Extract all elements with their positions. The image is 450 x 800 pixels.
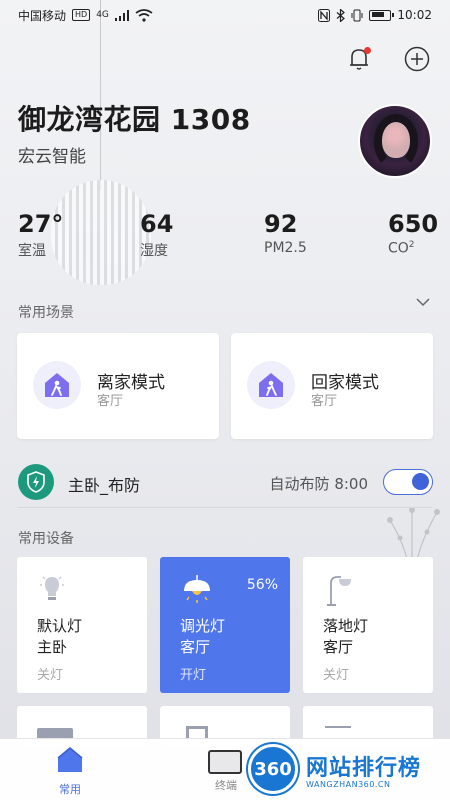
floor-lamp-icon xyxy=(327,576,351,606)
tab-label: 常用 xyxy=(59,783,81,796)
stat-label-text: CO xyxy=(388,240,409,257)
stat-value: 64 xyxy=(140,210,174,238)
bulb-icon xyxy=(40,576,64,600)
scene-card-home[interactable]: 回家模式 客厅 xyxy=(231,333,433,439)
device-state: 关灯 xyxy=(37,668,64,683)
device-card-dimmer-light[interactable]: 56% 调光灯 客厅 开灯 xyxy=(160,557,290,693)
shield-wrap xyxy=(18,464,54,500)
house-person-leave-icon xyxy=(45,373,69,397)
scenes-section-title: 常用场景 xyxy=(18,305,74,321)
vibrate-icon xyxy=(351,9,363,21)
stat-pm25: 92 PM2.5 xyxy=(264,210,307,256)
stat-value: 650 xyxy=(388,210,439,238)
scene-icon-wrap xyxy=(247,361,295,409)
environment-stats: 27° 室温 64 湿度 92 PM2.5 650 CO2 xyxy=(0,210,450,260)
wifi-icon xyxy=(135,8,153,22)
notification-badge xyxy=(364,47,371,54)
battery-icon xyxy=(369,9,395,21)
device-room: 客厅 xyxy=(323,638,354,656)
auto-arm-toggle[interactable] xyxy=(383,469,433,495)
home-name[interactable]: 御龙湾花园 1308 xyxy=(18,98,251,138)
device-name: 调光灯 xyxy=(180,617,226,635)
scene-card-away[interactable]: 离家模式 客厅 xyxy=(17,333,219,439)
scene-room: 客厅 xyxy=(311,394,338,409)
device-room: 客厅 xyxy=(180,638,211,656)
add-button[interactable] xyxy=(402,44,432,74)
top-actions xyxy=(344,44,432,74)
stat-label: PM2.5 xyxy=(264,240,307,256)
clock: 10:02 xyxy=(397,8,432,22)
device-card-floor-lamp[interactable]: 落地灯 客厅 关灯 xyxy=(303,557,433,693)
nfc-icon xyxy=(318,8,331,22)
devices-section-title: 常用设备 xyxy=(18,531,74,547)
plus-circle-icon xyxy=(404,46,430,72)
house-person-return-icon xyxy=(259,373,283,397)
toggle-knob xyxy=(412,473,429,490)
avatar-face xyxy=(382,122,410,158)
device-name: 落地灯 xyxy=(323,617,369,635)
auto-arm-label: 自动布防 8:00 xyxy=(269,475,368,493)
tab-label: 终端 xyxy=(215,779,237,792)
carrier-name: 中国移动 xyxy=(18,8,67,23)
security-name: 主卧_布防 xyxy=(68,476,141,495)
avatar[interactable] xyxy=(358,104,432,178)
device-state: 关灯 xyxy=(323,668,350,683)
tab-terminal[interactable]: 终端 xyxy=(196,745,256,793)
chevron-down-icon[interactable] xyxy=(416,297,430,307)
stat-temperature: 27° 室温 xyxy=(18,210,63,260)
device-room: 主卧 xyxy=(37,638,68,656)
brand-name: 宏云智能 xyxy=(18,147,86,167)
stat-label: 湿度 xyxy=(140,243,168,259)
stat-label: 室温 xyxy=(18,243,46,259)
signal-icon xyxy=(114,9,129,21)
device-state: 开灯 xyxy=(180,668,207,683)
security-row[interactable]: 主卧_布防 自动布防 8:00 xyxy=(0,460,450,504)
stat-humidity: 64 湿度 xyxy=(140,210,173,260)
stat-value: 27° xyxy=(18,210,64,238)
device-name: 默认灯 xyxy=(37,617,83,635)
terminal-tab-icon xyxy=(196,745,256,775)
bluetooth-icon xyxy=(337,8,346,22)
stat-co2: 650 CO2 xyxy=(388,210,438,257)
scene-room: 客厅 xyxy=(97,394,124,409)
bottom-tab-bar: 常用 终端 xyxy=(0,738,450,800)
tab-common[interactable]: 常用 xyxy=(40,745,100,797)
hd-badge: HD xyxy=(72,9,91,21)
device-card-default-light[interactable]: 默认灯 主卧 关灯 xyxy=(17,557,147,693)
dimmer-level: 56% xyxy=(246,577,278,593)
notification-button[interactable] xyxy=(344,44,374,74)
shield-icon xyxy=(27,471,45,493)
divider xyxy=(18,507,432,508)
status-bar: 中国移动 HD 4G 10:02 xyxy=(0,0,450,30)
ceiling-lamp-icon xyxy=(184,575,210,603)
home-tab-icon xyxy=(57,747,83,772)
network-type: 4G xyxy=(96,10,109,20)
stat-value: 92 xyxy=(264,210,298,238)
scene-icon-wrap xyxy=(33,361,81,409)
stat-label: CO2 xyxy=(388,240,438,257)
stat-label-sup: 2 xyxy=(408,240,415,250)
